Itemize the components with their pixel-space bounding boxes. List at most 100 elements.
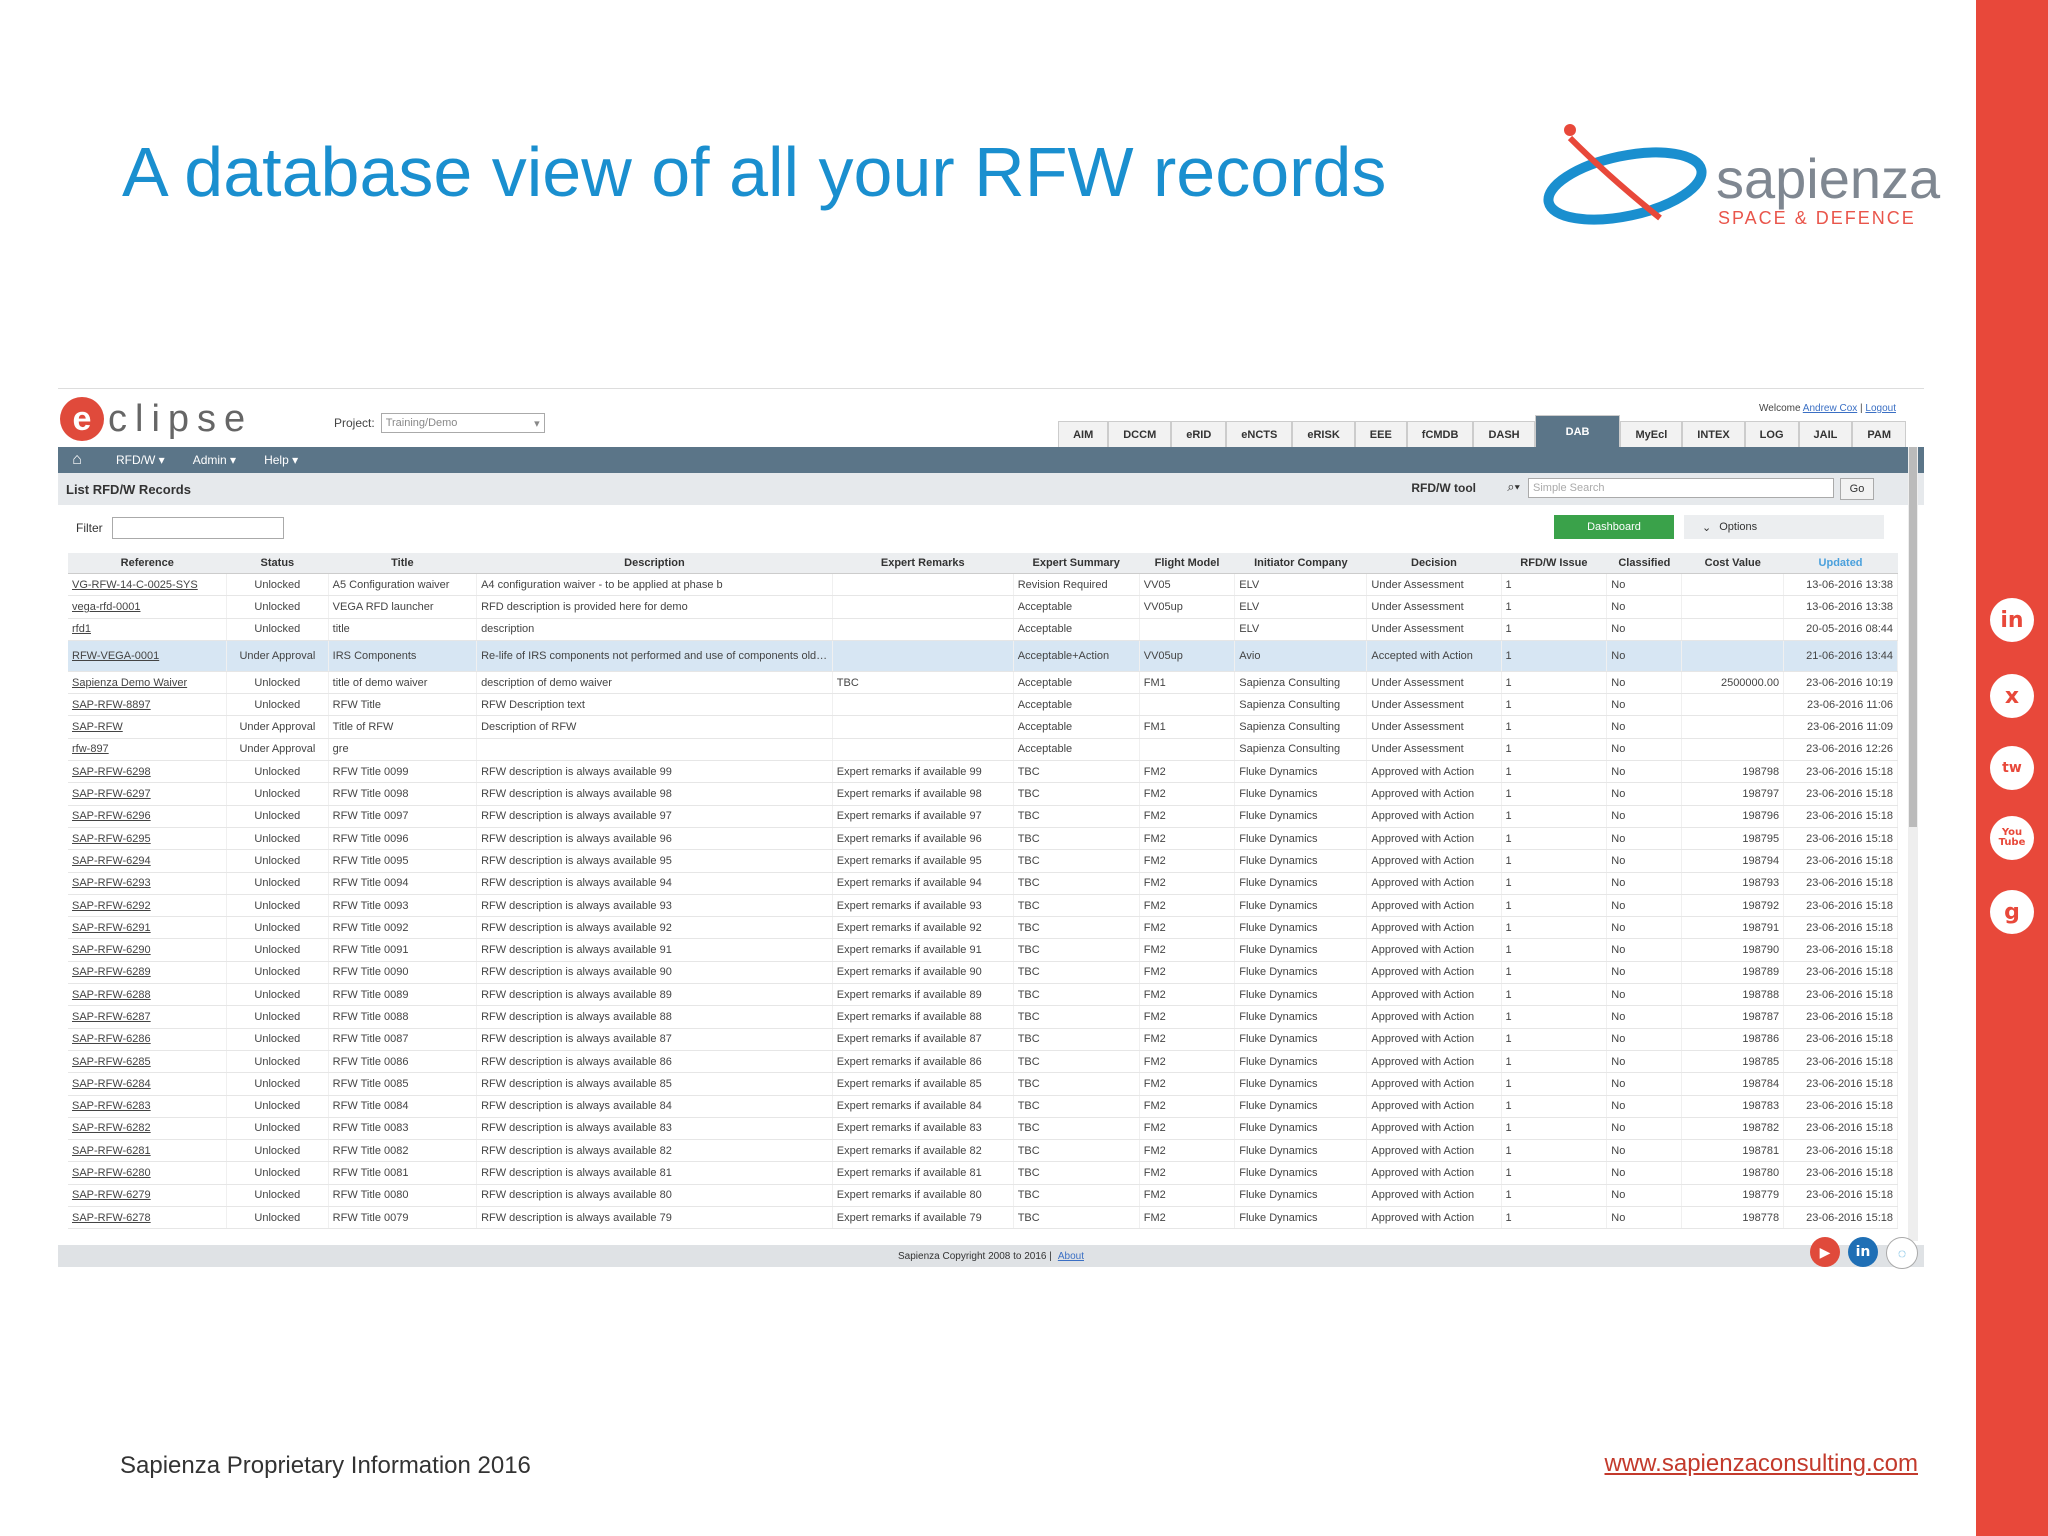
cell-reference[interactable]: SAP-RFW-6285 — [68, 1050, 228, 1074]
table-row[interactable]: SAP-RFW-6281 Unlocked RFW Title 0082 RFW de… — [68, 1139, 1898, 1163]
filter-input[interactable] — [112, 517, 284, 539]
table-row[interactable]: SAP-RFW-6287 Unlocked RFW Title 0088 RFW de… — [68, 1005, 1898, 1029]
table-row[interactable]: SAP-RFW-6284 Unlocked RFW Title 0085 RFW de… — [68, 1072, 1898, 1096]
table-row[interactable]: SAP-RFW Under Approval Title of RFW Descrip… — [68, 715, 1898, 739]
eclipse-orbit-icon[interactable]: ◌ — [1886, 1237, 1918, 1269]
cell-reference[interactable]: vega-rfd-0001 — [68, 595, 228, 619]
table-row[interactable]: SAP-RFW-6285 Unlocked RFW Title 0086 RFW de… — [68, 1050, 1898, 1074]
table-row[interactable]: SAP-RFW-6278 Unlocked RFW Title 0079 RFW de… — [68, 1206, 1898, 1230]
tab-dash[interactable]: DASH — [1473, 421, 1535, 448]
linkedin-icon[interactable]: in — [1990, 598, 2034, 642]
col-classified[interactable]: Classified — [1606, 553, 1682, 574]
col-decision[interactable]: Decision — [1366, 553, 1502, 574]
cell-reference[interactable]: SAP-RFW-6280 — [68, 1161, 228, 1185]
cell-reference[interactable]: SAP-RFW-6282 — [68, 1117, 228, 1141]
tab-intex[interactable]: INTEX — [1682, 421, 1745, 448]
cell-reference[interactable]: SAP-RFW-6298 — [68, 760, 228, 784]
table-row[interactable]: SAP-RFW-6286 Unlocked RFW Title 0087 RFW de… — [68, 1028, 1898, 1051]
col-status[interactable]: Status — [226, 553, 329, 574]
table-row[interactable]: SAP-RFW-8897 Unlocked RFW Title RFW Descrip… — [68, 693, 1898, 717]
table-row[interactable]: SAP-RFW-6296 Unlocked RFW Title 0097 RFW de… — [68, 805, 1898, 828]
table-row[interactable]: VG-RFW-14-C-0025-SYS Unlocked A5 Configura… — [68, 573, 1898, 597]
table-row[interactable]: Sapienza Demo Waiver Unlocked title of dem… — [68, 671, 1898, 695]
cell-reference[interactable]: SAP-RFW-6288 — [68, 983, 228, 1007]
cell-reference[interactable]: SAP-RFW-6284 — [68, 1072, 228, 1096]
col-title[interactable]: Title — [328, 553, 477, 574]
search-input[interactable]: Simple Search — [1528, 478, 1834, 498]
cell-reference[interactable]: VG-RFW-14-C-0025-SYS — [68, 573, 228, 597]
table-row[interactable]: SAP-RFW-6292 Unlocked RFW Title 0093 RFW de… — [68, 894, 1898, 918]
home-icon[interactable]: ⌂ — [66, 451, 88, 469]
cell-reference[interactable]: SAP-RFW-6290 — [68, 938, 228, 962]
table-row[interactable]: SAP-RFW-6282 Unlocked RFW Title 0083 RFW de… — [68, 1117, 1898, 1141]
cell-reference[interactable]: SAP-RFW — [68, 715, 228, 739]
tab-log[interactable]: LOG — [1744, 421, 1799, 448]
col-expert-summary[interactable]: Expert Summary — [1013, 553, 1140, 574]
play-icon[interactable]: ▶ — [1810, 1237, 1840, 1267]
vertical-scrollbar[interactable] — [1908, 447, 1918, 1241]
col-rfdw-issue[interactable]: RFD/W Issue — [1501, 553, 1607, 574]
table-row[interactable]: SAP-RFW-6279 Unlocked RFW Title 0080 RFW de… — [68, 1184, 1898, 1208]
table-row[interactable]: SAP-RFW-6294 Unlocked RFW Title 0095 RFW de… — [68, 849, 1898, 873]
cell-reference[interactable]: SAP-RFW-6287 — [68, 1005, 228, 1029]
col-expert-remarks[interactable]: Expert Remarks — [832, 553, 1014, 574]
dashboard-button[interactable]: Dashboard — [1554, 515, 1674, 539]
cell-reference[interactable]: rfw-897 — [68, 738, 228, 762]
cell-reference[interactable]: SAP-RFW-6281 — [68, 1139, 228, 1163]
table-row[interactable]: rfw-897 Under Approval gre Acceptable Sapien… — [68, 738, 1898, 762]
table-row[interactable]: SAP-RFW-6297 Unlocked RFW Title 0098 RFW de… — [68, 782, 1898, 806]
col-updated[interactable]: Updated — [1783, 553, 1898, 574]
nav-admin[interactable]: Admin ▾ — [193, 453, 236, 467]
cell-reference[interactable]: rfd1 — [68, 618, 228, 641]
tab-encts[interactable]: eNCTS — [1226, 421, 1293, 448]
cell-reference[interactable]: RFW-VEGA-0001 — [68, 640, 228, 672]
tab-jail[interactable]: JAIL — [1798, 421, 1853, 448]
tab-eee[interactable]: EEE — [1354, 421, 1407, 448]
cell-reference[interactable]: SAP-RFW-6297 — [68, 782, 228, 806]
tab-pam[interactable]: PAM — [1852, 421, 1906, 448]
cell-reference[interactable]: SAP-RFW-6286 — [68, 1028, 228, 1051]
col-flight-model[interactable]: Flight Model — [1139, 553, 1235, 574]
cell-reference[interactable]: SAP-RFW-6292 — [68, 894, 228, 918]
cell-reference[interactable]: SAP-RFW-6295 — [68, 827, 228, 851]
cell-reference[interactable]: SAP-RFW-6291 — [68, 916, 228, 940]
cell-reference[interactable]: SAP-RFW-6296 — [68, 805, 228, 828]
table-row[interactable]: SAP-RFW-6293 Unlocked RFW Title 0094 RFW de… — [68, 872, 1898, 895]
cell-reference[interactable]: SAP-RFW-6289 — [68, 961, 228, 985]
cell-reference[interactable]: SAP-RFW-6283 — [68, 1095, 228, 1118]
col-initiator-company[interactable]: Initiator Company — [1234, 553, 1367, 574]
table-row[interactable]: SAP-RFW-6288 Unlocked RFW Title 0089 RFW de… — [68, 983, 1898, 1007]
user-link[interactable]: Andrew Cox — [1803, 403, 1857, 414]
tab-aim[interactable]: AIM — [1058, 421, 1109, 448]
cell-reference[interactable]: SAP-RFW-6293 — [68, 872, 228, 895]
tab-erisk[interactable]: eRISK — [1292, 421, 1355, 448]
nav-rfdw[interactable]: RFD/W ▾ — [116, 453, 165, 467]
cell-reference[interactable]: Sapienza Demo Waiver — [68, 671, 228, 695]
table-row[interactable]: rfd1 Unlocked title description Acceptable EL… — [68, 618, 1898, 641]
logout-link[interactable]: Logout — [1865, 403, 1896, 414]
col-reference[interactable]: Reference — [68, 553, 227, 574]
search-icon[interactable]: ⌕▾ — [1507, 479, 1520, 495]
cell-reference[interactable]: SAP-RFW-6294 — [68, 849, 228, 873]
table-row[interactable]: SAP-RFW-6298 Unlocked RFW Title 0099 RFW de… — [68, 760, 1898, 784]
project-dropdown[interactable]: Training/Demo ▾ — [380, 413, 545, 433]
tab-dccm[interactable]: DCCM — [1108, 421, 1172, 448]
table-row[interactable]: vega-rfd-0001 Unlocked VEGA RFD launcher RF… — [68, 595, 1898, 619]
linkedin-icon[interactable]: in — [1848, 1237, 1878, 1267]
twitter-icon[interactable]: tw — [1990, 746, 2034, 790]
scroll-thumb[interactable] — [1909, 447, 1917, 827]
tab-dab[interactable]: DAB — [1534, 415, 1621, 448]
table-row[interactable]: SAP-RFW-6290 Unlocked RFW Title 0091 RFW de… — [68, 938, 1898, 962]
table-row[interactable]: SAP-RFW-6295 Unlocked RFW Title 0096 RFW de… — [68, 827, 1898, 851]
cell-reference[interactable]: SAP-RFW-8897 — [68, 693, 228, 717]
col-cost-value[interactable]: Cost Value — [1681, 553, 1784, 574]
cell-reference[interactable]: SAP-RFW-6279 — [68, 1184, 228, 1208]
go-button[interactable]: Go — [1840, 478, 1874, 500]
table-row[interactable]: SAP-RFW-6291 Unlocked RFW Title 0092 RFW de… — [68, 916, 1898, 940]
about-link[interactable]: About — [1058, 1251, 1084, 1262]
tab-erid[interactable]: eRID — [1171, 421, 1227, 448]
table-row[interactable]: SAP-RFW-6289 Unlocked RFW Title 0090 RFW de… — [68, 961, 1898, 985]
options-toggle[interactable]: ⌄ Options — [1684, 515, 1884, 539]
youtube-icon[interactable]: You Tube — [1990, 816, 2034, 860]
table-row[interactable]: SAP-RFW-6283 Unlocked RFW Title 0084 RFW de… — [68, 1095, 1898, 1118]
